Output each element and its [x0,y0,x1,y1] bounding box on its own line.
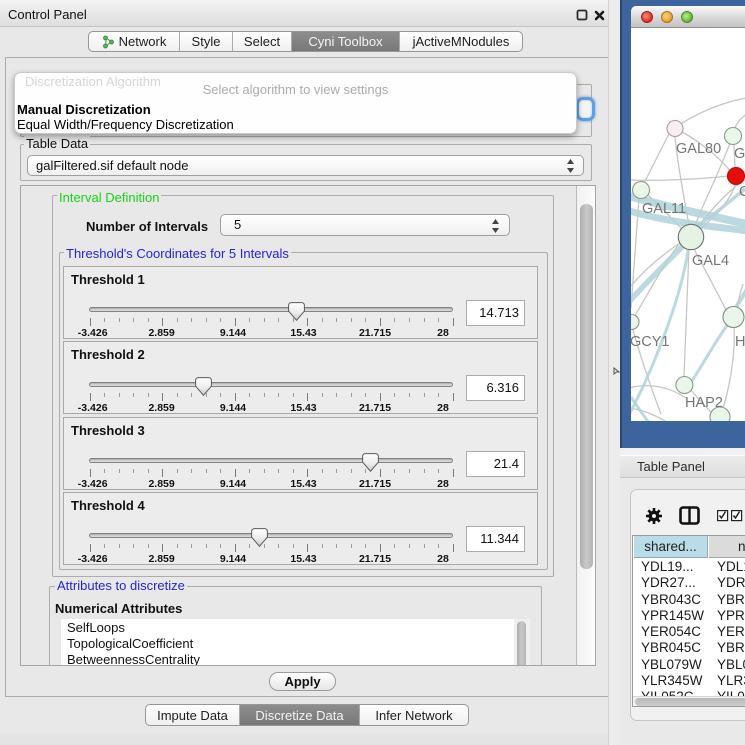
svg-text:HAP2: HAP2 [685,395,723,411]
svg-text:GA: GA [734,146,745,162]
svg-text:H: H [735,334,745,350]
svg-text:GCY1: GCY1 [631,334,670,350]
svg-text:GAL80: GAL80 [676,141,721,157]
svg-text:GAL4: GAL4 [692,253,729,269]
svg-text:GAL11: GAL11 [642,201,686,217]
svg-text:C: C [739,184,745,200]
